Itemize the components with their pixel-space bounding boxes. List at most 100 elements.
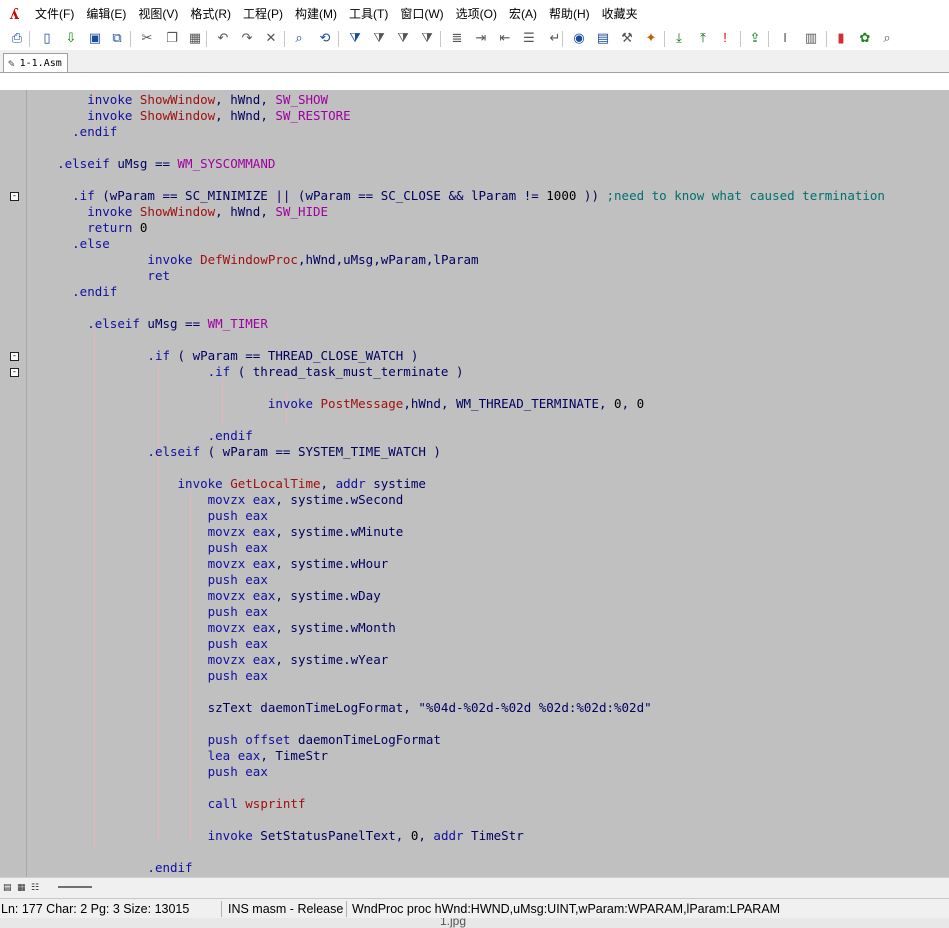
menu-item-2[interactable]: 视图(V) [132, 4, 184, 24]
window-icon[interactable]: ▤ [594, 29, 612, 47]
menu-item-9[interactable]: 宏(A) [503, 4, 543, 24]
code-line: .else [27, 236, 110, 252]
zoom-icon[interactable]: ⌕ [878, 29, 896, 47]
view-switcher-strip: ▤ ▦ ☷ [0, 877, 949, 898]
menu-item-8[interactable]: 选项(O) [450, 4, 503, 24]
find-icon[interactable]: ⌕ [290, 29, 308, 47]
horizontal-scrollbar[interactable] [58, 886, 92, 888]
redo-icon[interactable]: ↷ [238, 29, 256, 47]
code-token: , [418, 828, 434, 843]
fold-toggle-icon[interactable]: - [10, 192, 19, 201]
color-bars-icon[interactable]: ▮ [832, 29, 850, 47]
build-icon[interactable]: ✦ [642, 29, 660, 47]
replace-icon[interactable]: ⟲ [316, 29, 334, 47]
download-icon[interactable]: ⤓ [670, 29, 688, 47]
fold-toggle-icon[interactable]: - [10, 352, 19, 361]
palette-icon[interactable]: ✿ [856, 29, 874, 47]
menu-item-3[interactable]: 格式(R) [184, 4, 237, 24]
new-file-icon[interactable]: ▯ [38, 29, 56, 47]
toolbar-separator [664, 31, 665, 47]
outdent-icon[interactable]: ⇤ [496, 29, 514, 47]
code-line: invoke PostMessage,hWnd, WM_THREAD_TERMI… [27, 396, 644, 412]
code-token: , systime.wSecond [275, 492, 404, 507]
menu-item-11[interactable]: 收藏夹 [596, 4, 644, 24]
tools-icon[interactable]: ⚒ [618, 29, 636, 47]
undo-icon[interactable]: ↶ [214, 29, 232, 47]
code-token: wsprintf [245, 796, 306, 811]
app-logo-icon: ʎ [9, 5, 19, 23]
code-token: WM_TIMER [207, 316, 268, 331]
cursor-icon[interactable]: I [776, 29, 794, 47]
export-icon[interactable]: ⇪ [746, 29, 764, 47]
menu-item-10[interactable]: 帮助(H) [543, 4, 596, 24]
menu-item-6[interactable]: 工具(T) [343, 4, 394, 24]
browser-icon[interactable]: ◉ [570, 29, 588, 47]
code-token: , systime.wHour [275, 556, 389, 571]
code-token: movzx [207, 492, 246, 507]
paste-icon[interactable]: ▦ [186, 29, 204, 47]
code-line: invoke SetStatusPanelText, 0, addr TimeS… [27, 828, 524, 844]
code-token: , hWnd, [215, 108, 276, 123]
normal-view-icon[interactable]: ▤ [3, 882, 13, 892]
exclamation-icon[interactable]: ! [716, 29, 734, 47]
list-icon[interactable]: ☰ [520, 29, 538, 47]
save-icon[interactable]: ▣ [86, 29, 104, 47]
code-token: , systime.wMinute [275, 524, 404, 539]
code-token: ShowWindow [139, 108, 216, 123]
code-token: daemonTimeLogFormat [290, 732, 441, 747]
code-token: addr [335, 476, 366, 491]
indent-icon[interactable]: ⇥ [472, 29, 490, 47]
code-token: call [207, 796, 238, 811]
code-token: , hWnd, [215, 92, 276, 107]
code-token: push [207, 508, 238, 523]
code-line: ret [27, 268, 170, 284]
delete-icon[interactable]: ✕ [262, 29, 280, 47]
menu-item-7[interactable]: 窗口(W) [394, 4, 449, 24]
format-icon[interactable]: ≣ [448, 29, 466, 47]
split-view-icon[interactable]: ☷ [31, 882, 41, 892]
document-icon[interactable]: ▥ [802, 29, 820, 47]
filter-clear-icon[interactable]: ⧩ [418, 29, 436, 47]
code-token: movzx [207, 620, 246, 635]
menubar: ʎ 文件(F) 编辑(E) 视图(V) 格式(R) 工程(P) 构建(M) 工具(T) 窗口(… [0, 0, 949, 28]
menu-item-5[interactable]: 构建(M) [289, 4, 343, 24]
menu-item-4[interactable]: 工程(P) [237, 4, 289, 24]
save-all-icon[interactable]: ⧉ [108, 29, 126, 47]
cut-icon[interactable]: ✂ [138, 29, 156, 47]
code-line: .endif [27, 428, 253, 444]
filter-icon[interactable]: ⧩ [346, 29, 364, 47]
code-token: .elseif [147, 444, 201, 459]
code-token: ,hWnd,uMsg,wParam,lParam [297, 252, 479, 267]
upload-icon[interactable]: ⤒ [694, 29, 712, 47]
code-editor[interactable]: --- invoke ShowWindow, hWnd, SW_SHOW inv… [0, 90, 949, 877]
copy-icon[interactable]: ❐ [163, 29, 181, 47]
menu-item-0[interactable]: 文件(F) [29, 4, 80, 24]
outline-view-icon[interactable]: ▦ [17, 882, 27, 892]
tab-1-1-asm[interactable]: ✎ 1-1.Asm [3, 53, 68, 72]
menu-item-1[interactable]: 编辑(E) [80, 4, 132, 24]
code-token: ( thread_task_must_terminate ) [230, 364, 464, 379]
filter-prev-icon[interactable]: ⧩ [394, 29, 412, 47]
code-line: .elseif ( wParam == SYSTEM_TIME_WATCH ) [27, 444, 441, 460]
code-token: eax [252, 588, 276, 603]
open-file-icon[interactable]: ⇩ [62, 29, 80, 47]
print-icon[interactable]: ⎙ [8, 29, 26, 47]
asm-file-icon: ✎ [8, 56, 15, 70]
fold-toggle-icon[interactable]: - [10, 368, 19, 377]
code-token: ;need to know what caused termination [606, 188, 885, 203]
filter-next-icon[interactable]: ⧩ [370, 29, 388, 47]
